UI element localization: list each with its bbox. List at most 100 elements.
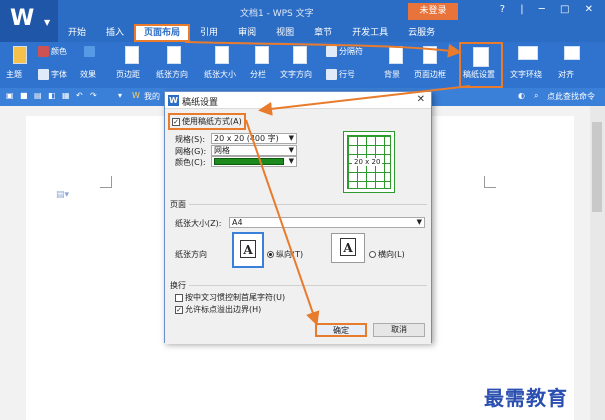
color-label: 颜色 [51, 47, 67, 56]
menu-item-developer[interactable]: 开发工具 [342, 24, 398, 42]
window-controls[interactable]: ? | ─ □ ✕ [500, 4, 599, 15]
my-label[interactable]: 我的 [144, 91, 160, 102]
menu-item-references[interactable]: 引用 [190, 24, 228, 42]
paper-size-label: 纸张大小(Z): [175, 219, 222, 228]
format-painter-icon[interactable]: ▦ [62, 91, 70, 100]
font-label: 字体 [51, 70, 67, 79]
spec-select[interactable]: 20 x 20 (400 字) ▼ [211, 133, 297, 144]
preview-icon[interactable]: ◧ [48, 91, 56, 100]
effect-icon-button[interactable] [84, 46, 97, 57]
grid-select[interactable]: 网格 ▼ [211, 145, 297, 156]
effect-icon [84, 46, 95, 57]
use-paper-label: 使用稿纸方式(A) [182, 117, 242, 126]
color-swatch [214, 158, 284, 165]
spec-label: 规格(S): [175, 135, 206, 144]
columns-button[interactable] [246, 44, 278, 68]
spec-value: 20 x 20 (400 字) [214, 134, 279, 143]
divider [189, 204, 427, 205]
effect-button[interactable]: 效果 [80, 69, 96, 80]
undo-icon[interactable]: ↶ [76, 91, 83, 100]
menu-item-insert[interactable]: 插入 [96, 24, 134, 42]
grid-value: 网格 [214, 146, 230, 155]
divider [189, 285, 427, 286]
use-paper-checkbox[interactable]: ✓ 使用稿纸方式(A) [168, 113, 246, 130]
page-border-button[interactable] [414, 44, 446, 68]
text-wrap-button[interactable] [512, 44, 544, 68]
open-icon[interactable]: ▣ [6, 91, 14, 100]
margins-label: 页边距 [116, 70, 140, 79]
margins-icon [125, 46, 139, 64]
paper-size-icon [215, 46, 229, 64]
punct-rule-checkbox[interactable]: 按中文习惯控制首尾字符(U) [175, 292, 285, 303]
document-title: 文档1 - WPS 文字 [240, 9, 314, 19]
line-numbers-label: 行号 [339, 70, 355, 79]
preview-label: 20 x 20 [352, 158, 383, 166]
paper-setup-dialog: W 稿纸设置 ✕ ✓ 使用稿纸方式(A) 规格(S): 20 x 20 (400 … [164, 91, 432, 344]
paper-size-select[interactable]: A4 ▼ [229, 217, 425, 228]
menu-item-review[interactable]: 审阅 [228, 24, 266, 42]
ok-button[interactable]: 确定 [315, 323, 367, 337]
menu-item-chapter[interactable]: 章节 [304, 24, 342, 42]
watermark: 最需教育 [484, 386, 568, 410]
text-direction-icon [293, 46, 307, 64]
paragraph-icon[interactable]: ▤▾ [56, 190, 69, 200]
portrait-page-icon: A [240, 240, 256, 258]
landscape-radio[interactable]: 横向(L) [369, 249, 405, 260]
wps-app-icon: W [168, 95, 179, 106]
color-select[interactable]: ▼ [211, 156, 297, 167]
columns-icon [255, 46, 269, 64]
menu-item-start[interactable]: 开始 [58, 24, 96, 42]
text-direction-button[interactable] [284, 44, 316, 68]
orientation-button[interactable] [158, 44, 190, 68]
align-label: 对齐 [558, 70, 574, 79]
background-icon [389, 46, 403, 64]
paper-size-button[interactable] [206, 44, 238, 68]
wps-logo-icon: W [10, 6, 35, 31]
margin-corner-tl [100, 176, 112, 188]
text-wrap-label: 文字环绕 [510, 70, 542, 79]
print-icon[interactable]: ▤ [34, 91, 42, 100]
separator-label: 分隔符 [339, 47, 363, 56]
cancel-button[interactable]: 取消 [373, 323, 425, 337]
align-button[interactable] [556, 44, 588, 68]
login-button[interactable]: 未登录 [408, 3, 458, 20]
palette-icon [38, 46, 49, 57]
menu-item-cloud[interactable]: 云服务 [398, 24, 445, 42]
allow-overflow-label: 允许标点溢出边界(H) [185, 305, 262, 314]
my-wps-icon[interactable]: W [132, 91, 140, 100]
landscape-label: 横向(L) [378, 250, 405, 259]
save-icon[interactable]: ■ [20, 91, 28, 100]
align-icon [564, 46, 580, 60]
line-numbers-button[interactable]: 行号 [326, 69, 355, 80]
search-icon: ⌕ [534, 91, 539, 100]
dropdown-icon[interactable]: ▾ [118, 91, 122, 100]
allow-overflow-checkbox[interactable]: ✓ 允许标点溢出边界(H) [175, 304, 261, 315]
separator-button[interactable]: 分隔符 [326, 46, 363, 57]
color-button[interactable]: 颜色 [38, 46, 67, 57]
wps-logo-button[interactable]: W ▼ [0, 0, 58, 42]
redo-icon[interactable]: ↷ [90, 91, 97, 100]
menu-item-view[interactable]: 视图 [266, 24, 304, 42]
dialog-body: ✓ 使用稿纸方式(A) 规格(S): 20 x 20 (400 字) ▼ 网格(G)… [165, 109, 431, 344]
share-icon[interactable]: ◐ [518, 91, 525, 100]
wrap-section-title: 换行 [170, 281, 186, 290]
scrollbar-thumb[interactable] [592, 122, 602, 212]
command-search[interactable]: 点此查找命令 [547, 91, 595, 102]
theme-button[interactable] [4, 44, 36, 68]
close-icon[interactable]: ✕ [417, 94, 425, 105]
paper-preview: 20 x 20 [343, 131, 395, 193]
line-numbers-icon [326, 69, 337, 80]
dialog-title-bar[interactable]: W 稿纸设置 ✕ [165, 92, 431, 109]
paper-size-label: 纸张大小 [204, 70, 236, 79]
menu-item-page-layout[interactable]: 页面布局 [134, 24, 191, 42]
font-button[interactable]: 字体 [38, 69, 67, 80]
dialog-title: 稿纸设置 [182, 98, 219, 108]
portrait-radio[interactable]: 纵向(T) [267, 249, 303, 260]
main-menu: 开始 插入 页面布局 引用 审阅 视图 章节 开发工具 云服务 [58, 24, 445, 42]
background-button[interactable] [380, 44, 412, 68]
margins-button[interactable] [116, 44, 148, 68]
chevron-down-icon: ▼ [416, 218, 422, 226]
portrait-option[interactable]: A [233, 233, 263, 267]
landscape-option[interactable]: A [331, 233, 365, 263]
color-label: 颜色(C): [175, 158, 206, 167]
